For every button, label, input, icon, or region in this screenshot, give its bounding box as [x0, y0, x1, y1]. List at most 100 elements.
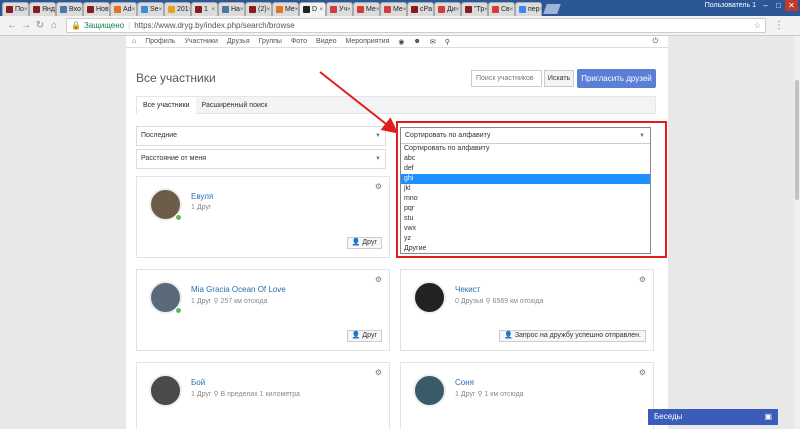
home-icon[interactable]: ⌂: [48, 20, 60, 31]
tab-label: Вхо: [69, 6, 81, 13]
browser-tab[interactable]: Ме ×: [380, 2, 407, 16]
gear-icon[interactable]: ⚙: [639, 368, 646, 377]
annotation-highlight-box: [396, 121, 667, 258]
browser-tab[interactable]: На ×: [218, 2, 245, 16]
tab-close-icon[interactable]: ×: [240, 7, 244, 13]
browser-tab[interactable]: cPa×: [407, 2, 434, 16]
bookmark-star-icon[interactable]: ☆: [754, 21, 761, 30]
back-icon[interactable]: ←: [6, 20, 18, 31]
browser-user-label[interactable]: Пользователь 1: [705, 2, 756, 9]
maximize-icon[interactable]: □: [772, 0, 785, 11]
nav-item-members[interactable]: Участники: [184, 38, 217, 45]
browser-tab[interactable]: Ad ×: [110, 2, 137, 16]
site-nav: ⌂ Профиль Участники Друзья Группы Фото В…: [126, 36, 668, 48]
member-name[interactable]: Чекист: [455, 285, 480, 294]
chat-bar[interactable]: Беседы ▣: [648, 409, 778, 425]
browser-tab[interactable]: Вхо×: [56, 2, 83, 16]
friend-button[interactable]: 👤 Друг: [346, 330, 382, 342]
friend-request-sent-button[interactable]: 👤 Запрос на дружбу успешно отправлен.: [499, 330, 646, 342]
tab-label: Ме: [285, 6, 295, 13]
tab-favicon-icon: [519, 6, 526, 13]
forward-icon[interactable]: →: [20, 20, 32, 31]
mail-icon[interactable]: ✉: [430, 38, 436, 46]
globe-icon[interactable]: ◉: [398, 38, 404, 46]
gear-icon[interactable]: ⚙: [375, 182, 382, 191]
member-name[interactable]: Mia Gracia Ocean Of Love: [191, 285, 286, 294]
member-name[interactable]: Соня: [455, 378, 474, 387]
tab-close-icon[interactable]: ×: [510, 7, 514, 13]
tab-label: Нов: [96, 6, 109, 13]
browser-tab[interactable]: Ди ×: [434, 2, 461, 16]
browser-tab[interactable]: Уч ×: [326, 2, 353, 16]
tab-close-icon[interactable]: ×: [376, 7, 379, 13]
recent-filter-select[interactable]: Последние ▼: [136, 126, 386, 146]
power-icon[interactable]: ⏻: [652, 38, 658, 46]
tab-close-icon[interactable]: ×: [267, 7, 271, 13]
tab-label: Se: [150, 6, 159, 13]
invite-friends-button[interactable]: Пригласить друзей: [577, 68, 656, 88]
browser-tab[interactable]: Св ×: [488, 2, 515, 16]
gear-icon[interactable]: ⚙: [375, 275, 382, 284]
tab-close-icon[interactable]: ×: [132, 7, 136, 13]
gear-icon[interactable]: ⚙: [375, 368, 382, 377]
nav-item-photos[interactable]: Фото: [291, 38, 307, 45]
avatar[interactable]: [413, 374, 446, 407]
nav-item-profile[interactable]: Профиль: [145, 38, 175, 45]
browser-tab[interactable]: По ×: [2, 2, 29, 16]
new-tab-button[interactable]: [543, 4, 561, 14]
minimize-icon[interactable]: –: [759, 0, 772, 11]
member-search-input[interactable]: Поиск участников: [471, 69, 542, 87]
browser-tab[interactable]: 201×: [164, 2, 191, 16]
home-nav-icon[interactable]: ⌂: [132, 38, 136, 45]
browser-tab[interactable]: "Тр ×: [461, 2, 488, 16]
tab-close-icon[interactable]: ×: [540, 7, 541, 13]
reload-icon[interactable]: ↻: [34, 20, 46, 31]
browser-tab[interactable]: пер×: [515, 2, 542, 16]
nav-item-friends[interactable]: Друзья: [227, 38, 250, 45]
scrollbar-thumb[interactable]: [795, 80, 799, 200]
tab-close-icon[interactable]: ×: [24, 7, 28, 13]
tab-close-icon[interactable]: ×: [295, 7, 298, 13]
search-icon[interactable]: ⚲: [445, 38, 450, 46]
tab-close-icon[interactable]: ×: [403, 7, 406, 13]
avatar[interactable]: [413, 281, 446, 314]
tab-close-icon[interactable]: ×: [456, 7, 460, 13]
url-input[interactable]: 🔒 Защищено | https://www.dryg.by/index.p…: [66, 18, 766, 33]
browser-tab[interactable]: Янд×: [29, 2, 56, 16]
people-icon[interactable]: ☻: [413, 38, 420, 45]
tab-all-members[interactable]: Все участники: [137, 96, 196, 114]
avatar[interactable]: [149, 374, 182, 407]
member-card: Чекист 0 Друзья ⚲ 6569 км отсюда ⚙ 👤 Зап…: [400, 269, 654, 351]
browser-tab[interactable]: Se ×: [137, 2, 164, 16]
friend-button[interactable]: 👤 Друг: [346, 237, 382, 249]
browser-tab[interactable]: Нов×: [83, 2, 110, 16]
tab-close-icon[interactable]: ×: [347, 7, 351, 13]
browser-tab[interactable]: Ме ×: [353, 2, 380, 16]
browser-tab[interactable]: (2) ×: [245, 2, 272, 16]
nav-item-groups[interactable]: Группы: [259, 38, 282, 45]
tab-label: Уч: [339, 6, 348, 13]
distance-filter-select[interactable]: Расстояние от меня ▼: [136, 149, 386, 169]
browser-menu-icon[interactable]: ⋮: [774, 20, 784, 31]
gear-icon[interactable]: ⚙: [639, 275, 646, 284]
tab-close-icon[interactable]: ×: [211, 7, 215, 13]
nav-item-video[interactable]: Видео: [316, 38, 336, 45]
tab-label: 201: [177, 6, 189, 13]
close-icon[interactable]: ✕: [785, 0, 798, 11]
browser-tab[interactable]: D ×: [299, 2, 326, 16]
search-button[interactable]: Искать: [544, 69, 574, 87]
tab-close-icon[interactable]: ×: [159, 7, 163, 13]
tab-label: По: [15, 6, 24, 13]
tab-advanced-search[interactable]: Расширенный поиск: [196, 97, 274, 114]
tab-close-icon[interactable]: ×: [319, 7, 323, 13]
browser-tab[interactable]: Ме ×: [272, 2, 299, 16]
tab-favicon-icon: [384, 6, 391, 13]
tab-label: пер: [528, 6, 540, 13]
page-scrollbar[interactable]: [794, 36, 800, 429]
nav-item-events[interactable]: Мероприятия: [345, 38, 389, 45]
member-name[interactable]: Евуля: [191, 192, 213, 201]
member-card: Бой 1 Друг ⚲ В пределах 1 километра ⚙: [136, 362, 390, 429]
member-name[interactable]: Бой: [191, 378, 205, 387]
chat-window-icon[interactable]: ▣: [764, 409, 772, 425]
browser-tab[interactable]: 1 ×: [191, 2, 218, 16]
